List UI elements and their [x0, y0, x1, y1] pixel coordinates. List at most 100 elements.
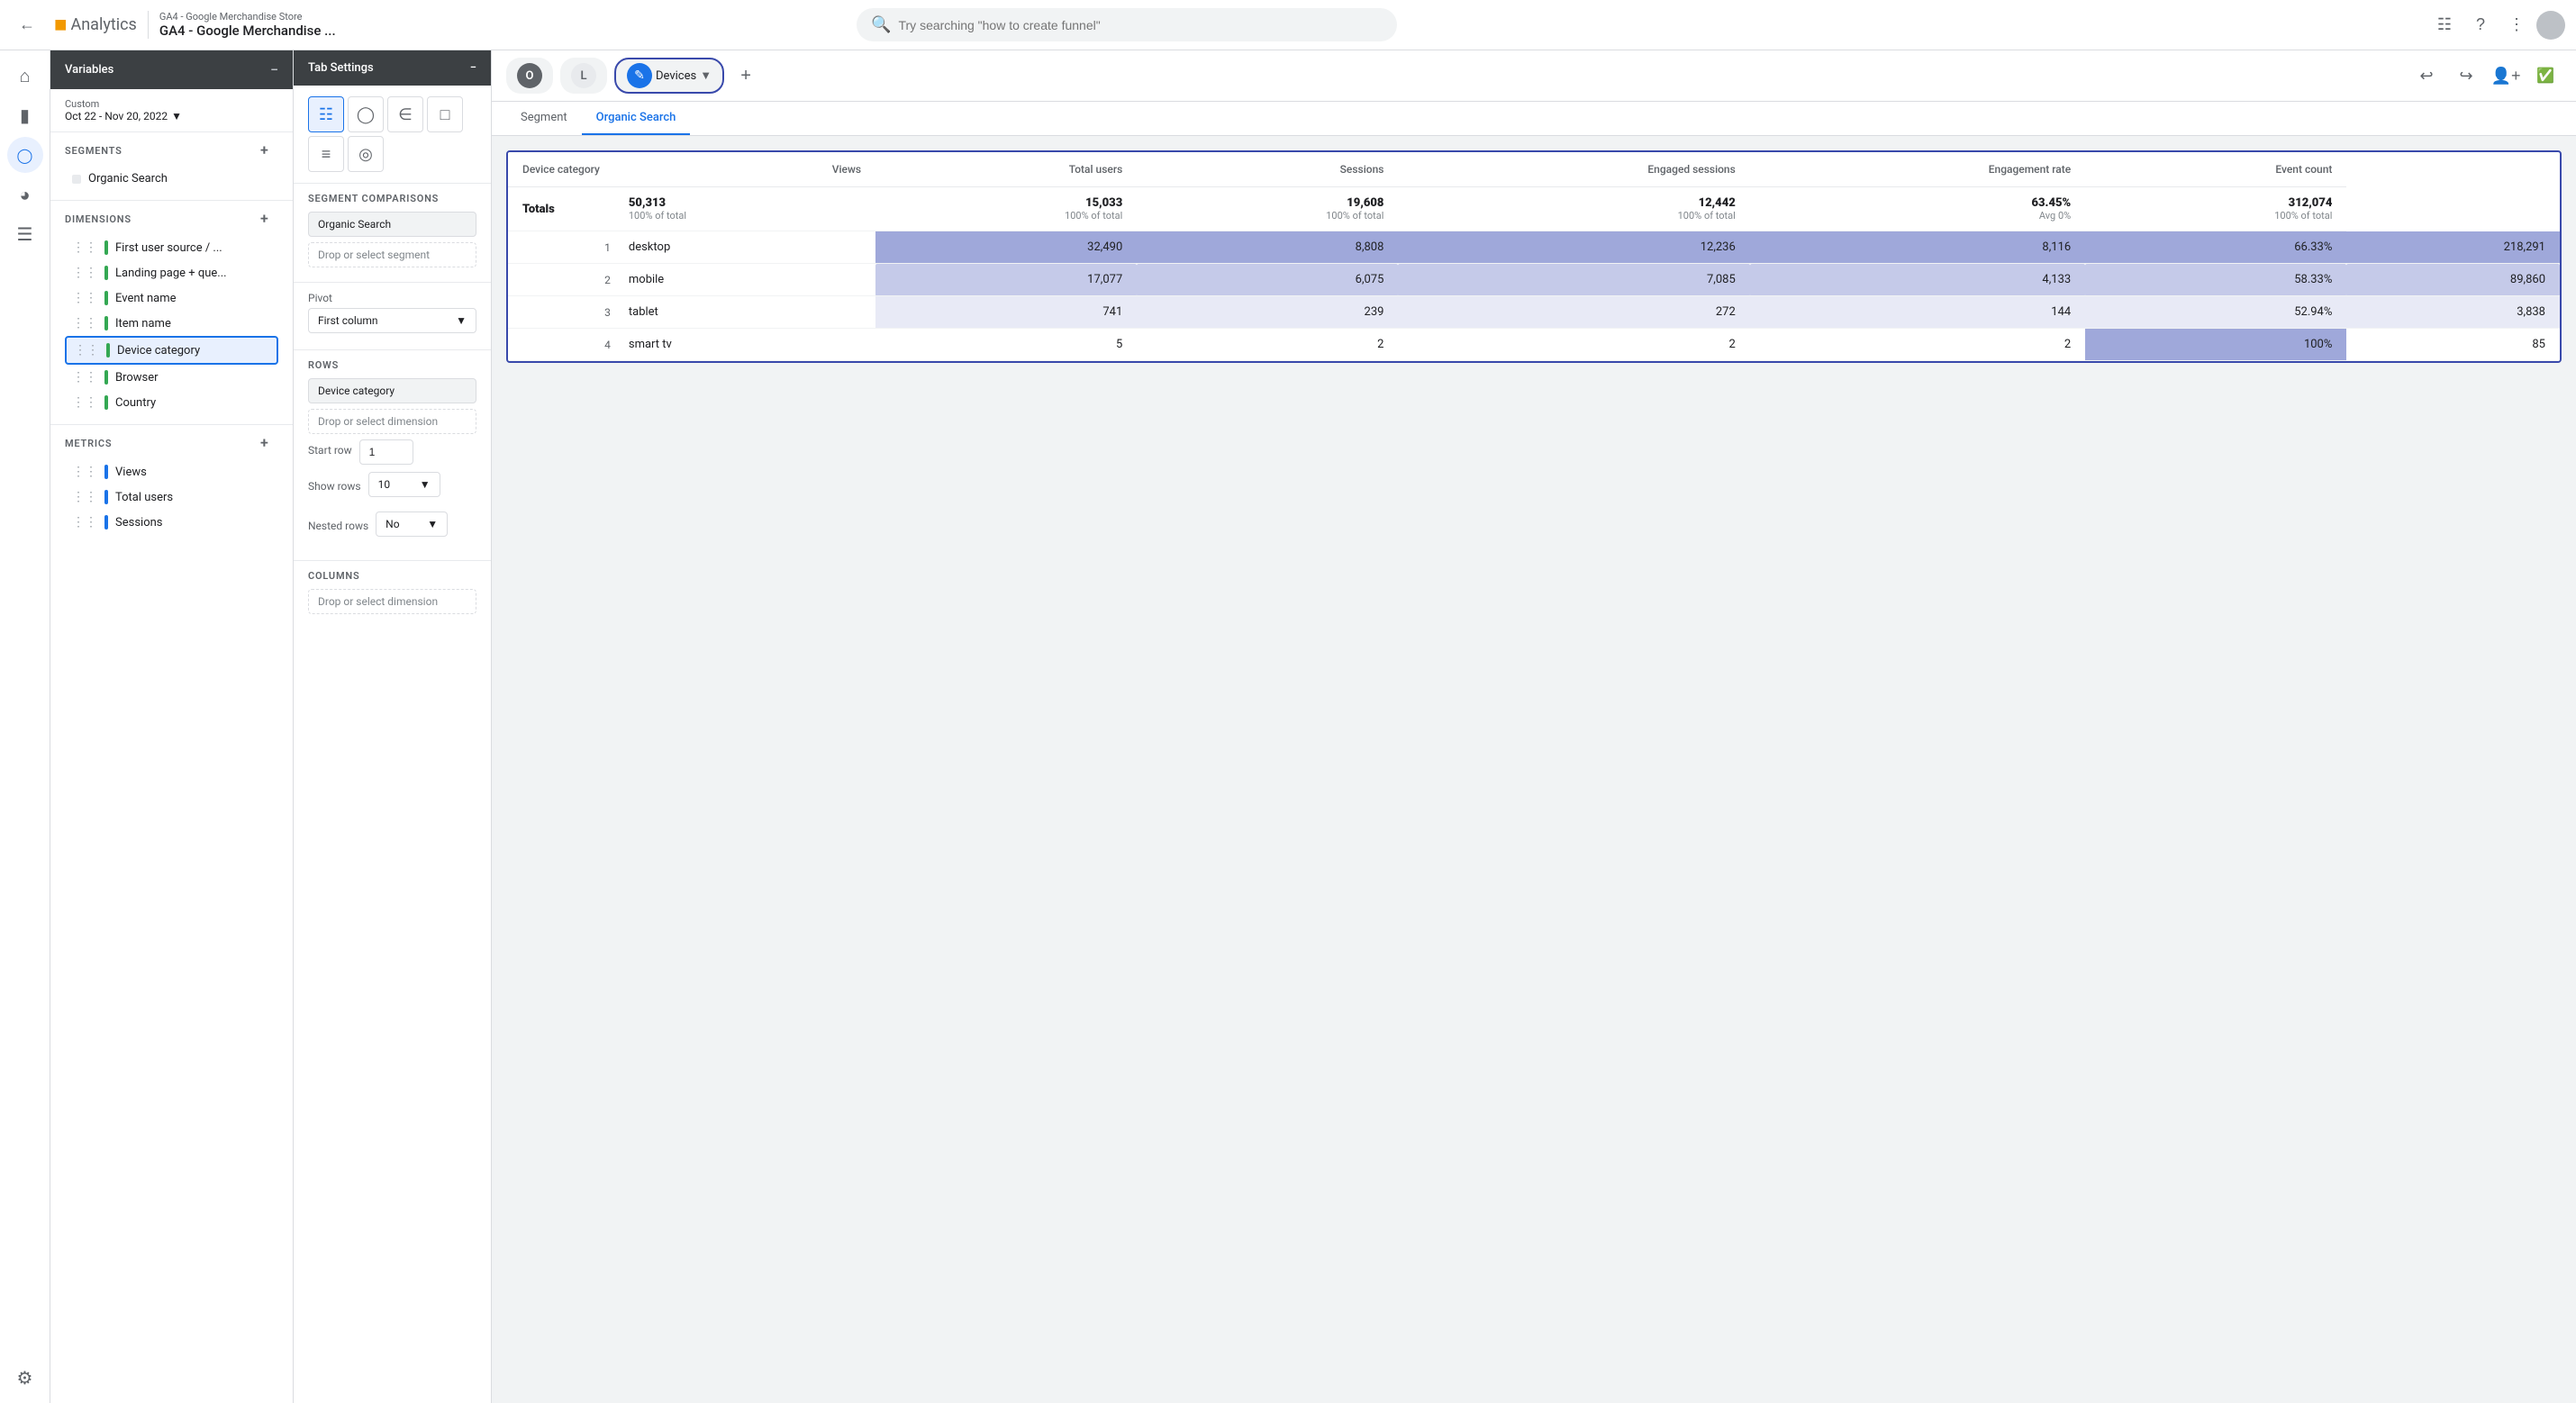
date-section: Custom Oct 22 - Nov 20, 2022 ▼	[50, 89, 293, 132]
dimension-item-item-name[interactable]: ⋮⋮ Item name	[65, 311, 278, 336]
tab-o-button[interactable]: O	[506, 58, 553, 94]
search-bar[interactable]: 🔍	[857, 8, 1397, 41]
pivot-chevron-icon: ▼	[456, 314, 467, 327]
share-button[interactable]: 👤+	[2490, 59, 2522, 92]
drag-handle-icon: ⋮⋮	[72, 370, 97, 385]
dimension-item-event-name[interactable]: ⋮⋮ Event name	[65, 285, 278, 311]
dimension-color-bar	[106, 343, 110, 358]
app-title-section: GA4 - Google Merchandise Store GA4 - Goo…	[148, 11, 336, 39]
row-sessions: 272	[1398, 296, 1749, 329]
segment-item-organic-search[interactable]: Organic Search	[65, 167, 278, 191]
totals-views: 50,313 100% of total	[614, 187, 875, 231]
nav-explore-icon[interactable]: ◯	[7, 137, 43, 173]
more-options-button[interactable]: ⋮	[2500, 9, 2533, 41]
columns-title: COLUMNS	[308, 570, 476, 582]
col-header-views: Views	[614, 152, 875, 187]
viz-globe-icon[interactable]: ◎	[348, 136, 384, 172]
nav-settings-icon[interactable]: ⚙	[7, 1360, 43, 1396]
dimension-item-country[interactable]: ⋮⋮ Country	[65, 390, 278, 415]
dimension-item-first-user-source[interactable]: ⋮⋮ First user source / ...	[65, 235, 278, 260]
tab-settings-collapse-button[interactable]: −	[470, 61, 476, 75]
viz-table-icon[interactable]: ☷	[308, 96, 344, 132]
viz-donut-icon[interactable]: ◯	[348, 96, 384, 132]
pivot-select[interactable]: First column ▼	[308, 308, 476, 333]
row-engaged-sessions: 4,133	[1750, 264, 2085, 296]
dimension-color-bar	[104, 266, 108, 280]
dimension-label: Device category	[117, 344, 200, 358]
dimension-color-bar	[104, 291, 108, 305]
row-sessions: 12,236	[1398, 231, 1749, 264]
undo-button[interactable]: ↩	[2410, 59, 2443, 92]
segment-1-chip[interactable]: Organic Search	[308, 212, 476, 237]
segment-dot	[72, 175, 81, 184]
add-metric-button[interactable]: +	[260, 434, 278, 452]
nested-rows-select[interactable]: No ▼	[376, 511, 448, 537]
row-dimension-placeholder-chip[interactable]: Drop or select dimension	[308, 409, 476, 434]
nav-reports-icon[interactable]: ▮	[7, 97, 43, 133]
metric-label: Views	[115, 466, 147, 479]
pivot-label: Pivot	[308, 292, 476, 304]
dimension-item-landing-page[interactable]: ⋮⋮ Landing page + que...	[65, 260, 278, 285]
dimension-item-browser[interactable]: ⋮⋮ Browser	[65, 365, 278, 390]
devices-tab-button[interactable]: ✎ Devices ▼	[614, 58, 724, 94]
add-segment-button[interactable]: +	[260, 141, 278, 159]
row-category: smart tv	[614, 329, 875, 361]
row-num: 3	[508, 296, 614, 329]
row-num: 2	[508, 264, 614, 296]
grid-view-button[interactable]: ☷	[2428, 9, 2461, 41]
nested-rows-label: Nested rows	[308, 520, 368, 532]
top-bar-actions: ☷ ? ⋮	[2428, 9, 2565, 41]
metric-label: Sessions	[115, 516, 163, 530]
tab-settings-title: Tab Settings	[308, 61, 374, 75]
dimension-color-bar	[104, 395, 108, 410]
show-rows-label: Show rows	[308, 480, 361, 493]
row-engaged-sessions: 2	[1750, 329, 2085, 361]
variables-title: Variables	[65, 63, 113, 77]
nav-home-icon[interactable]: ⌂	[7, 58, 43, 94]
dimension-color-bar	[104, 240, 108, 255]
dimension-item-device-category[interactable]: ⋮⋮ Device category	[65, 336, 278, 365]
tab-l-circle: L	[571, 63, 596, 88]
segment-2-placeholder: Drop or select segment	[318, 249, 430, 261]
row-event-count: 218,291	[2346, 231, 2560, 264]
viz-scatter-icon[interactable]: □	[427, 96, 463, 132]
save-button[interactable]: ✅	[2529, 59, 2562, 92]
add-dimension-button[interactable]: +	[260, 210, 278, 228]
row-engaged-sessions: 144	[1750, 296, 2085, 329]
metric-item-total-users[interactable]: ⋮⋮ Total users	[65, 484, 278, 510]
segment-tab-0[interactable]: Segment	[506, 102, 582, 135]
tab-settings-header: Tab Settings −	[294, 50, 491, 86]
add-tab-button[interactable]: +	[731, 61, 760, 90]
totals-engagement-rate: 63.45% Avg 0%	[1750, 187, 2085, 231]
date-label: Custom	[65, 98, 278, 110]
back-button[interactable]: ←	[11, 9, 43, 41]
drag-handle-icon: ⋮⋮	[72, 395, 97, 410]
metric-label: Total users	[115, 491, 173, 504]
nav-advertising-icon[interactable]: ◕	[7, 177, 43, 213]
nav-configure-icon[interactable]: ☰	[7, 216, 43, 252]
viz-bar-icon[interactable]: ≡	[308, 136, 344, 172]
tab-l-button[interactable]: L	[560, 58, 607, 94]
redo-button[interactable]: ↪	[2450, 59, 2482, 92]
row-dimension-chip[interactable]: Device category	[308, 378, 476, 403]
drag-handle-icon: ⋮⋮	[72, 490, 97, 504]
columns-placeholder-chip[interactable]: Drop or select dimension	[308, 589, 476, 614]
dimension-label: First user source / ...	[115, 241, 222, 255]
date-range-selector[interactable]: Oct 22 - Nov 20, 2022 ▼	[65, 110, 278, 122]
segment-2-chip[interactable]: Drop or select segment	[308, 242, 476, 267]
variables-collapse-button[interactable]: −	[270, 61, 278, 78]
show-rows-select[interactable]: 10 ▼	[368, 472, 440, 497]
show-rows-row: Show rows 10 ▼	[308, 472, 476, 504]
segment-tab-1[interactable]: Organic Search	[582, 102, 691, 135]
row-views: 17,077	[875, 264, 1137, 296]
search-input[interactable]	[898, 18, 1383, 32]
metric-color-bar	[104, 515, 108, 530]
help-button[interactable]: ?	[2464, 9, 2497, 41]
viz-line-icon[interactable]: ∈	[387, 96, 423, 132]
start-row-input[interactable]	[359, 439, 413, 465]
metric-item-sessions[interactable]: ⋮⋮ Sessions	[65, 510, 278, 535]
metric-item-views[interactable]: ⋮⋮ Views	[65, 459, 278, 484]
date-range-chevron: ▼	[171, 110, 182, 122]
dimension-label: Browser	[115, 371, 159, 385]
row-event-count: 89,860	[2346, 264, 2560, 296]
